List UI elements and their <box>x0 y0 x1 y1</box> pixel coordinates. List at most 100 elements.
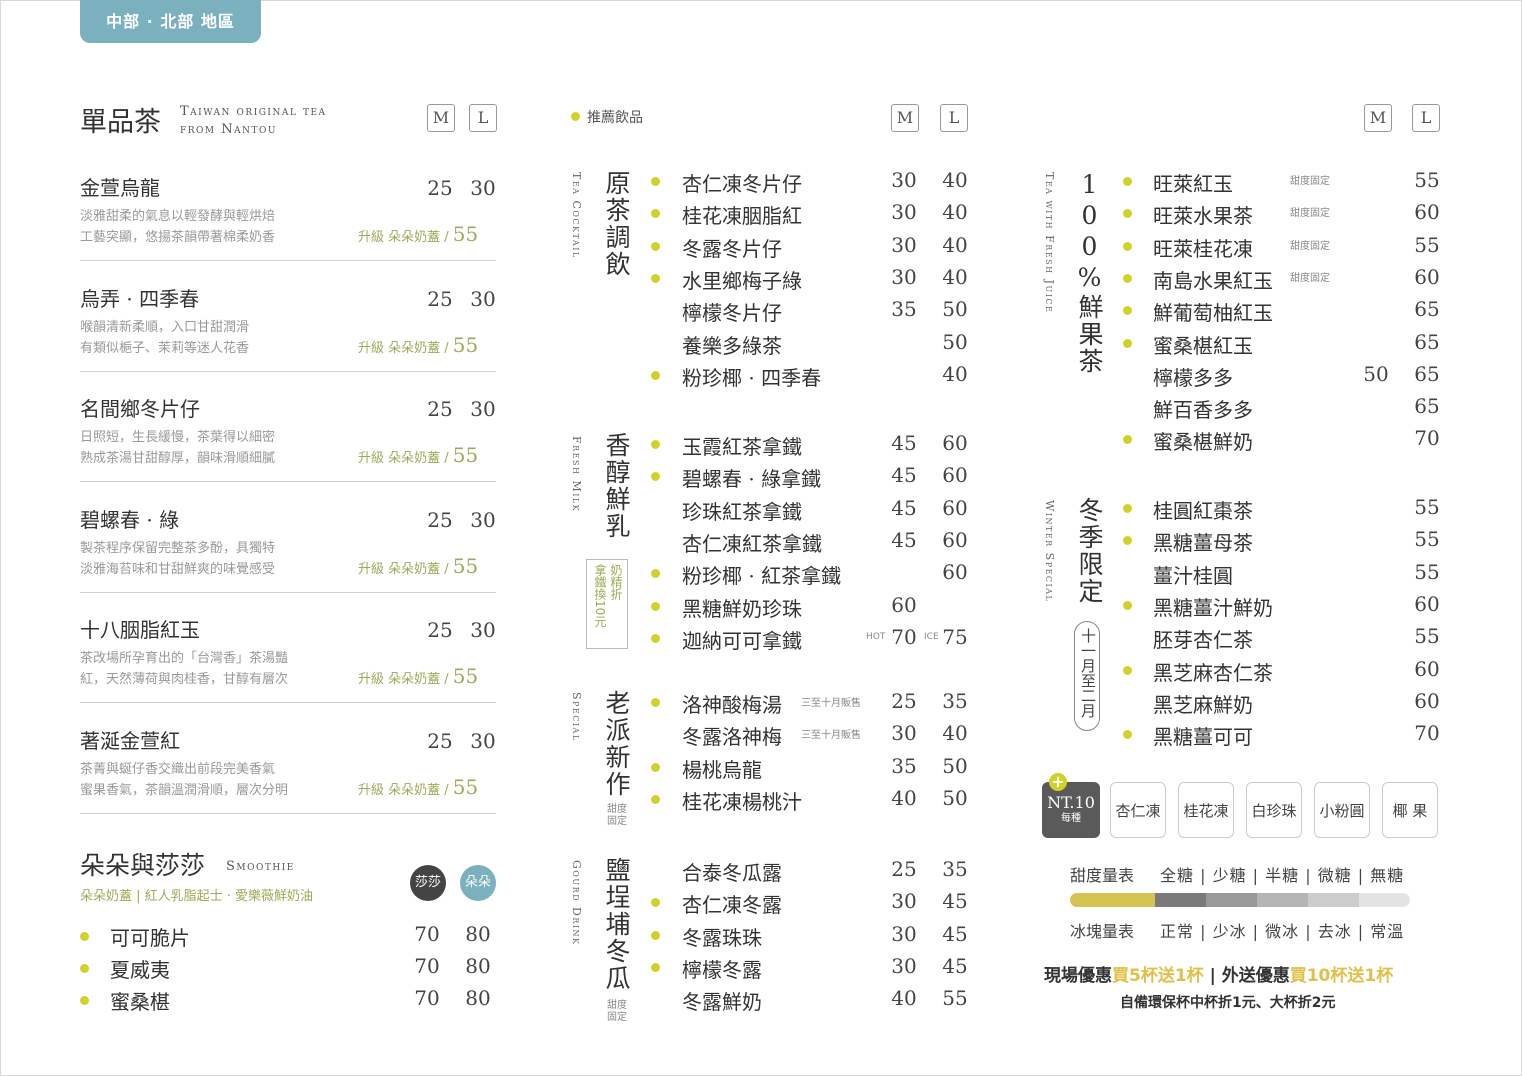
scale-bar-segment <box>1308 893 1359 907</box>
fruit-item-price-l: 60 <box>1414 200 1440 225</box>
smoothie-price-m: 70 <box>414 954 440 978</box>
fruit-item-name: 南島水果紅玉 <box>1153 268 1273 293</box>
tea-item-desc-2: 工藝突顯，悠揚茶韻帶著棉柔奶香 <box>80 230 276 245</box>
fruit-item-fixed: 甜度固定 <box>1290 240 1330 252</box>
scale-bar-segment <box>1257 893 1308 907</box>
smoothie-title: 朵朵與莎莎 <box>80 851 206 880</box>
smoothie-item-name: 夏威夷 <box>110 958 170 982</box>
menu-item-name: 珍珠紅茶拿鐵 <box>682 499 802 524</box>
topping-item[interactable]: 白珍珠 <box>1246 782 1302 838</box>
smoothie-dot <box>80 932 89 941</box>
winter-item-price: 55 <box>1414 527 1440 552</box>
menu-item-price-m: 25 <box>891 689 917 713</box>
menu-item-name: 冬露鮮奶 <box>682 990 762 1015</box>
menu-dot <box>1123 338 1132 348</box>
tea-item-price-l: 30 <box>470 176 496 200</box>
region-tab[interactable]: 中部 · 北部 地區 <box>80 0 261 43</box>
promo-cup-discount: 自備環保杯中杯折1元、大杯折2元 <box>1120 995 1336 1011</box>
creamer-swap-col-2: 拿鐵換10元 <box>593 564 607 628</box>
scale-bar-segment <box>1359 893 1410 907</box>
fruit-item-name: 鮮百香多多 <box>1153 398 1253 423</box>
tea-item-price-l: 30 <box>470 397 496 421</box>
menu-item-name: 杏仁凍冬片仔 <box>682 172 802 196</box>
topping-item[interactable]: 杏仁凍 <box>1110 782 1166 838</box>
winter-item-name: 桂圓紅棗茶 <box>1153 499 1253 523</box>
smoothie-item-name: 可可脆片 <box>110 926 190 950</box>
smoothie-price-m: 70 <box>414 986 440 1010</box>
menu-item-price-m: 70 <box>891 624 917 649</box>
winter-item-price: 55 <box>1414 495 1440 519</box>
menu-dot <box>1123 177 1132 186</box>
menu-dot <box>651 698 660 707</box>
topping-item[interactable]: 椰 果 <box>1382 782 1438 838</box>
tea-upgrade-label: 升級 朵朵奶蓋 / <box>358 561 453 577</box>
menu-item-price-m: 35 <box>891 753 917 778</box>
menu-dot <box>651 930 660 940</box>
topping-item[interactable]: 小粉圓 <box>1314 782 1370 838</box>
menu-dot <box>651 762 660 772</box>
tea-item-price-m: 25 <box>427 176 453 200</box>
tea-item-desc-1: 日照短，生長緩慢，茶葉得以細密 <box>80 430 276 445</box>
size-m-header-3: M <box>1364 104 1392 132</box>
sweet-scale-options: 全糖 | 少糖 | 半糖 | 微糖 | 無糖 <box>1160 866 1405 885</box>
tea-item-price-m: 25 <box>427 728 453 753</box>
fresh-milk-title: 香醇鮮乳 <box>602 432 631 540</box>
winter-item-name: 黑糖薑可可 <box>1153 725 1253 750</box>
winter-range-pill: 十一月至二月 <box>1074 621 1100 731</box>
tea-item-name: 著涎金萱紅 <box>80 728 180 753</box>
menu-item-price-l: 50 <box>942 329 968 354</box>
menu-item-price-m: 45 <box>891 495 917 520</box>
menu-dot <box>1123 665 1132 675</box>
menu-item-name: 黑糖鮮奶珍珠 <box>682 596 802 621</box>
fruit-item-price-l: 65 <box>1414 329 1440 354</box>
smoothie-dot <box>80 964 89 973</box>
menu-item-note: 三至十月販售 <box>801 698 861 709</box>
promo-line: 現場優惠買5杯送1杯 | 外送優惠買10杯送1杯 <box>1044 961 1393 986</box>
tea-item-name: 十八胭脂紅玉 <box>80 618 200 642</box>
fruit-item-fixed: 甜度固定 <box>1290 272 1330 284</box>
single-tea-en-2: from Nantou <box>180 122 277 137</box>
creamer-swap-box: 奶精折 拿鐵換10元 <box>586 559 628 649</box>
menu-item-price-m: 30 <box>891 889 917 914</box>
size-l-header-2: L <box>940 104 968 132</box>
fruit-item-price-l: 65 <box>1414 394 1440 419</box>
winter-item-price: 60 <box>1414 656 1440 681</box>
tea-item-desc-1: 茶改場所孕育出的「台灣香」茶湯豔 <box>80 651 289 666</box>
tea-cocktail-en: Tea Cocktail <box>570 172 583 259</box>
menu-item-price-m: 60 <box>891 592 917 617</box>
winter-item-price: 60 <box>1414 591 1440 616</box>
menu-item-price-l: 60 <box>942 463 968 488</box>
size-m-header-2: M <box>891 104 919 132</box>
tea-cocktail-title: 原茶調飲 <box>602 170 631 278</box>
tea-item-upgrade: 升級 朵朵奶蓋 / 55 <box>358 554 478 578</box>
single-tea-en-1: Taiwan original tea <box>180 104 327 119</box>
menu-item-note: 三至十月販售 <box>801 730 861 742</box>
tea-upgrade-label: 升級 朵朵奶蓋 / <box>358 340 453 356</box>
fruit-item-fixed: 甜度固定 <box>1290 176 1330 187</box>
tea-item-price-l: 30 <box>470 618 496 642</box>
menu-item-price-l: 50 <box>942 753 968 778</box>
tea-item-name: 金萱烏龍 <box>80 176 160 200</box>
fruit-item-price-l: 60 <box>1414 264 1440 289</box>
tea-item-separator <box>80 702 496 703</box>
menu-dot <box>651 601 660 611</box>
topping-item[interactable]: 桂花凍 <box>1178 782 1234 838</box>
menu-item-price-l: 40 <box>942 264 968 289</box>
tea-upgrade-label: 升級 朵朵奶蓋 / <box>358 451 453 466</box>
tea-upgrade-label: 升級 朵朵奶蓋 / <box>358 782 453 798</box>
ice-tag: ICE <box>924 631 939 642</box>
scale-bar-segment <box>1070 893 1155 907</box>
tea-upgrade-price: 55 <box>452 664 479 688</box>
fruit-item-price-l: 65 <box>1414 297 1440 322</box>
tea-item-price-l: 30 <box>470 286 496 311</box>
menu-item-name: 杏仁凍紅茶拿鐵 <box>682 531 822 556</box>
tea-item-price-m: 25 <box>427 618 453 642</box>
menu-item-name: 杏仁凍冬露 <box>682 893 782 918</box>
tea-upgrade-label: 升級 朵朵奶蓋 / <box>358 672 453 687</box>
recommended-label: 推薦飲品 <box>587 110 643 126</box>
tea-item-separator <box>80 481 496 482</box>
winter-en: Winter Special <box>1043 500 1056 603</box>
creamer-swap-col-1: 奶精折 <box>609 564 623 600</box>
menu-item-name: 迦納可可拿鐵 <box>682 628 802 653</box>
menu-item-price-l: 40 <box>942 232 968 257</box>
